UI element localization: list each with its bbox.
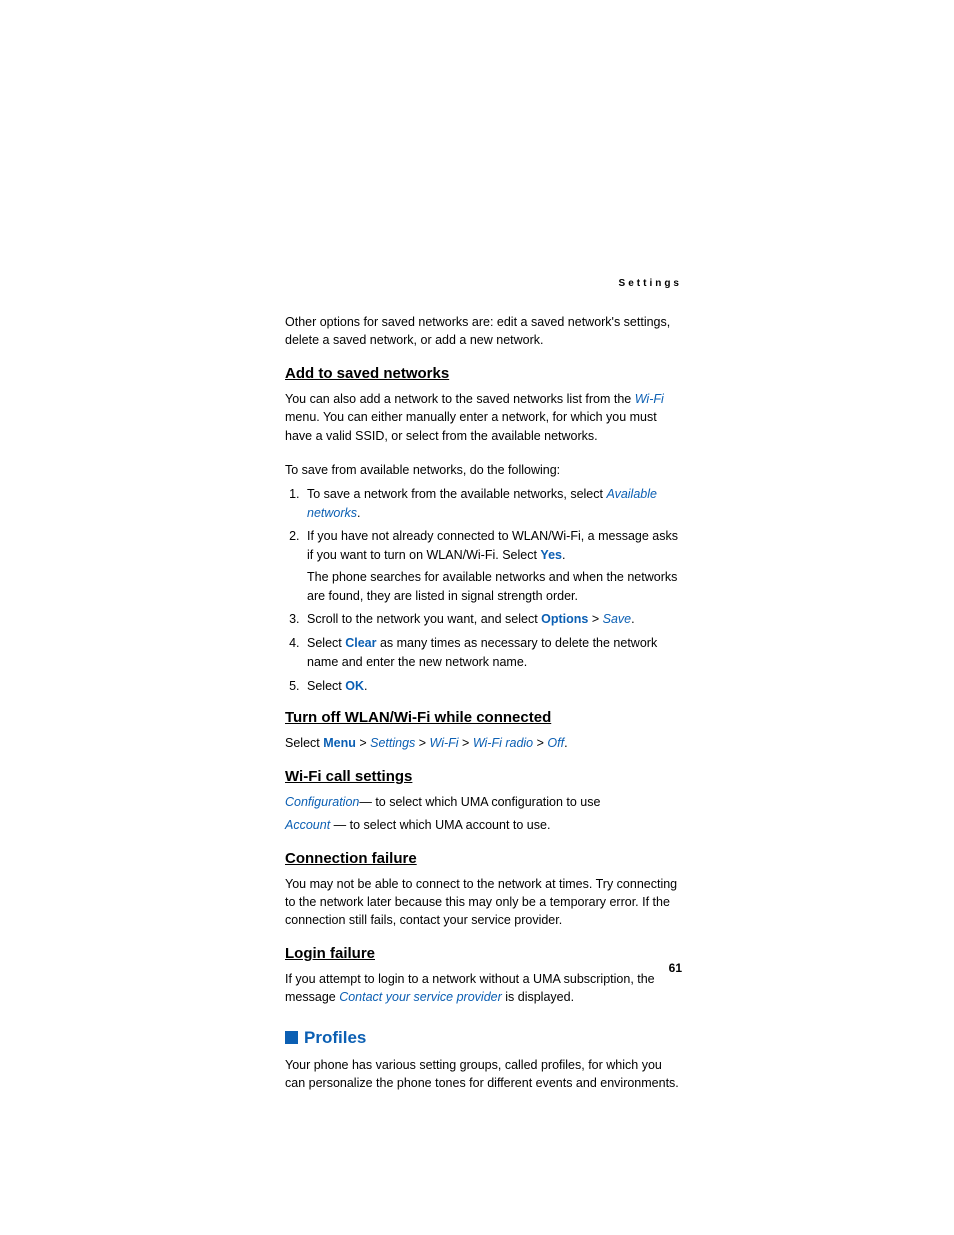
intro-paragraph: Other options for saved networks are: ed… bbox=[285, 313, 682, 349]
text: If you have not already connected to WLA… bbox=[307, 529, 678, 562]
heading-add-to-saved-networks: Add to saved networks bbox=[285, 365, 682, 382]
text: > bbox=[459, 736, 473, 750]
link-clear[interactable]: Clear bbox=[345, 636, 376, 650]
heading-wifi-call-settings: Wi-Fi call settings bbox=[285, 768, 682, 785]
paragraph: Select Menu > Settings > Wi-Fi > Wi-Fi r… bbox=[285, 734, 682, 752]
link-wifi[interactable]: Wi-Fi bbox=[635, 392, 664, 406]
paragraph: You can also add a network to the saved … bbox=[285, 390, 682, 444]
text: . bbox=[562, 548, 565, 562]
link-configuration[interactable]: Configuration bbox=[285, 795, 359, 809]
link-ok[interactable]: OK bbox=[345, 679, 364, 693]
paragraph: Your phone has various setting groups, c… bbox=[285, 1056, 682, 1092]
text: — to select which UMA configuration to u… bbox=[359, 795, 600, 809]
list-item: Select OK. bbox=[303, 677, 682, 696]
link-account[interactable]: Account bbox=[285, 818, 330, 832]
text: — to select which UMA account to use. bbox=[330, 818, 550, 832]
text: menu. You can either manually enter a ne… bbox=[285, 410, 657, 442]
link-wifi[interactable]: Wi-Fi bbox=[430, 736, 459, 750]
square-bullet-icon bbox=[285, 1031, 298, 1044]
paragraph: Configuration— to select which UMA confi… bbox=[285, 793, 682, 811]
text: . bbox=[631, 612, 634, 626]
paragraph: The phone searches for available network… bbox=[307, 568, 682, 606]
heading-turn-off-wlan: Turn off WLAN/Wi-Fi while connected bbox=[285, 709, 682, 726]
link-wifi-radio[interactable]: Wi-Fi radio bbox=[473, 736, 533, 750]
text: . bbox=[357, 506, 360, 520]
link-settings[interactable]: Settings bbox=[370, 736, 415, 750]
text: > bbox=[588, 612, 602, 626]
link-contact-provider[interactable]: Contact your service provider bbox=[339, 990, 502, 1004]
link-off[interactable]: Off bbox=[547, 736, 564, 750]
header-label: Settings bbox=[285, 278, 682, 289]
text: > bbox=[533, 736, 547, 750]
text: Scroll to the network you want, and sele… bbox=[307, 612, 541, 626]
paragraph: If you attempt to login to a network wit… bbox=[285, 970, 682, 1006]
link-save[interactable]: Save bbox=[603, 612, 632, 626]
list-item: If you have not already connected to WLA… bbox=[303, 527, 682, 605]
text: Select bbox=[307, 679, 345, 693]
text: Select bbox=[285, 736, 323, 750]
paragraph: You may not be able to connect to the ne… bbox=[285, 875, 682, 929]
text: Select bbox=[307, 636, 345, 650]
paragraph: To save from available networks, do the … bbox=[285, 461, 682, 479]
document-page: Settings Other options for saved network… bbox=[0, 0, 954, 1235]
link-options[interactable]: Options bbox=[541, 612, 588, 626]
heading-profiles: Profiles bbox=[285, 1028, 682, 1048]
paragraph: Account — to select which UMA account to… bbox=[285, 816, 682, 834]
text: . bbox=[364, 679, 367, 693]
heading-connection-failure: Connection failure bbox=[285, 850, 682, 867]
heading-login-failure: Login failure bbox=[285, 945, 682, 962]
text: is displayed. bbox=[502, 990, 574, 1004]
list-item: Select Clear as many times as necessary … bbox=[303, 634, 682, 672]
text: . bbox=[564, 736, 567, 750]
list-item: To save a network from the available net… bbox=[303, 485, 682, 523]
text: You can also add a network to the saved … bbox=[285, 392, 635, 406]
text: > bbox=[356, 736, 370, 750]
ordered-list: To save a network from the available net… bbox=[285, 485, 682, 696]
page-number: 61 bbox=[669, 961, 682, 975]
link-yes[interactable]: Yes bbox=[540, 548, 562, 562]
list-item: Scroll to the network you want, and sele… bbox=[303, 610, 682, 629]
heading-text: Profiles bbox=[304, 1028, 366, 1047]
text: > bbox=[415, 736, 429, 750]
text: To save a network from the available net… bbox=[307, 487, 606, 501]
link-menu[interactable]: Menu bbox=[323, 736, 356, 750]
